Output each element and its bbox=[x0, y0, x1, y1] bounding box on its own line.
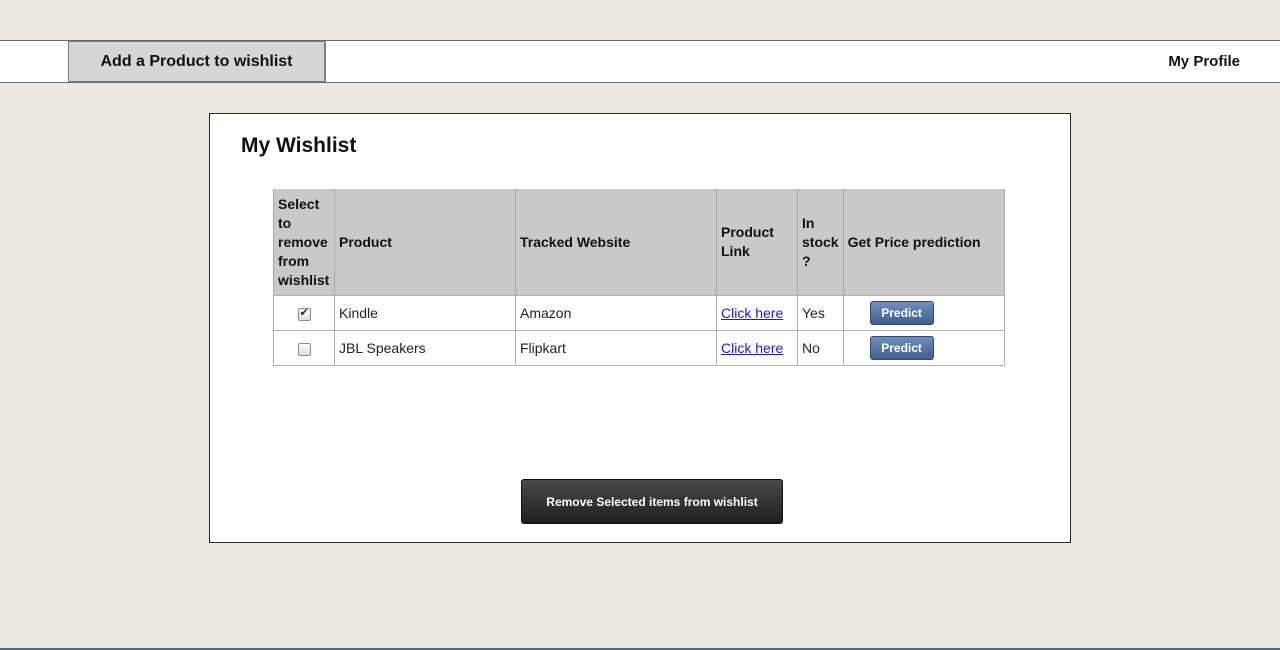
my-profile-link[interactable]: My Profile bbox=[1168, 41, 1240, 82]
link-cell: Click here bbox=[716, 330, 798, 366]
table-row: Kindle Amazon Click here Yes Predict bbox=[273, 295, 1005, 331]
wishlist-panel: My Wishlist Select to remove from wishli… bbox=[209, 113, 1071, 543]
predict-cell: Predict bbox=[842, 295, 1005, 331]
column-header-select: Select to remove from wishlist bbox=[273, 189, 335, 296]
column-header-product-link: Product Link bbox=[716, 189, 798, 296]
select-cell bbox=[273, 295, 335, 331]
wishlist-table: Select to remove from wishlist Product T… bbox=[273, 189, 1005, 366]
remove-checkbox[interactable] bbox=[297, 306, 311, 321]
remove-selected-button[interactable]: Remove Selected items from wishlist bbox=[521, 479, 783, 524]
column-header-in-stock: In stock ? bbox=[797, 189, 844, 296]
in-stock-cell: Yes bbox=[797, 295, 844, 331]
top-navigation-bar: Add a Product to wishlist My Profile bbox=[0, 40, 1280, 83]
predict-button[interactable]: Predict bbox=[869, 301, 934, 325]
product-link[interactable]: Click here bbox=[721, 305, 783, 321]
link-cell: Click here bbox=[716, 295, 798, 331]
predict-cell: Predict bbox=[842, 330, 1005, 366]
product-cell: Kindle bbox=[334, 295, 516, 331]
column-header-tracked-website: Tracked Website bbox=[515, 189, 717, 296]
page-title: My Wishlist bbox=[241, 134, 357, 157]
product-cell: JBL Speakers bbox=[334, 330, 516, 366]
remove-checkbox[interactable] bbox=[297, 342, 311, 356]
select-cell bbox=[273, 330, 335, 366]
product-link[interactable]: Click here bbox=[721, 340, 783, 356]
tab-divider bbox=[325, 41, 326, 82]
table-header-row: Select to remove from wishlist Product T… bbox=[273, 189, 1005, 296]
add-product-tab[interactable]: Add a Product to wishlist bbox=[68, 41, 325, 82]
column-header-price-prediction: Get Price prediction bbox=[842, 189, 1005, 296]
column-header-product: Product bbox=[334, 189, 516, 296]
website-cell: Amazon bbox=[515, 295, 717, 331]
in-stock-cell: No bbox=[797, 330, 844, 366]
predict-button[interactable]: Predict bbox=[869, 336, 934, 360]
table-row: JBL Speakers Flipkart Click here No Pred… bbox=[273, 330, 1005, 366]
website-cell: Flipkart bbox=[515, 330, 717, 366]
